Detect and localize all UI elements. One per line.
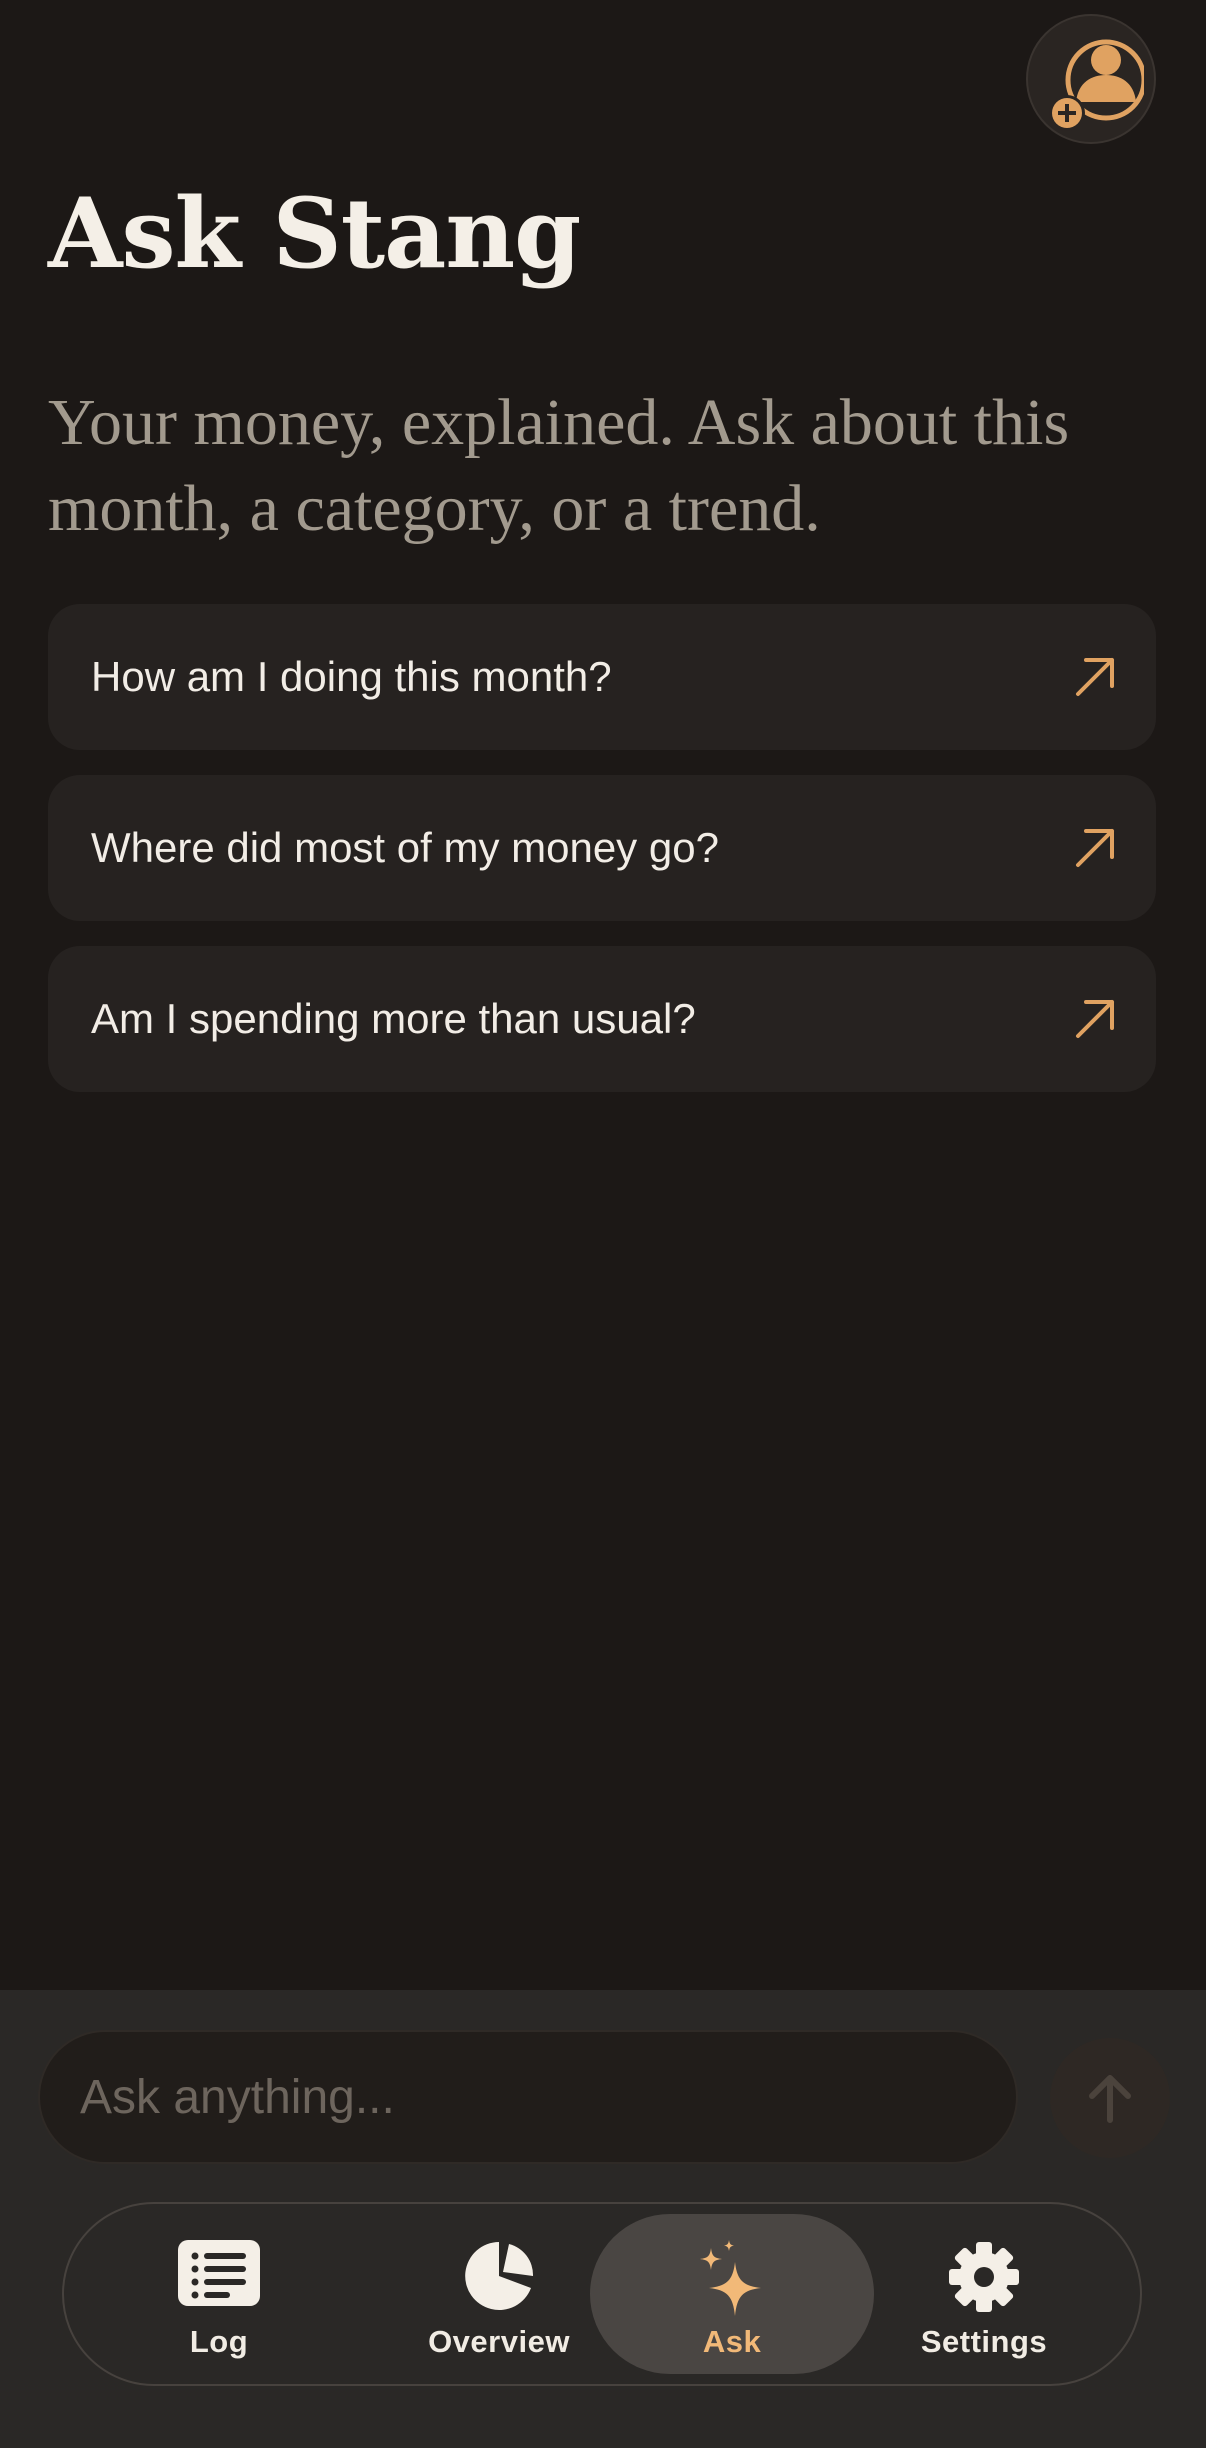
- tab-ask[interactable]: Ask: [590, 2214, 874, 2374]
- tab-settings-label: Settings: [920, 2324, 1048, 2359]
- arrow-up-right-icon: [1076, 829, 1114, 867]
- tab-overview-label: Overview: [428, 2324, 570, 2359]
- suggestion-label: Where did most of my money go?: [91, 824, 719, 871]
- arrow-up-right-icon: [1076, 1000, 1114, 1038]
- tab-log[interactable]: Log: [124, 2214, 314, 2374]
- page-subtitle: Your money, explained. Ask about this mo…: [48, 386, 1070, 545]
- arrow-up-icon: [1089, 2075, 1131, 2123]
- list-icon: [178, 2240, 260, 2306]
- add-user-icon: [1049, 39, 1144, 131]
- tab-settings[interactable]: Settings: [884, 2214, 1084, 2374]
- suggestion-label: How am I doing this month?: [91, 653, 612, 700]
- suggestion-card[interactable]: How am I doing this month?: [48, 604, 1156, 750]
- tab-ask-label: Ask: [702, 2324, 762, 2359]
- page-title: Ask Stang: [48, 177, 581, 290]
- tab-bar: Log Overview Ask Settings: [62, 2202, 1142, 2386]
- add-user-button[interactable]: [1026, 14, 1156, 144]
- tab-log-label: Log: [189, 2324, 249, 2359]
- gear-icon: [949, 2242, 1019, 2312]
- suggestion-card[interactable]: Am I spending more than usual?: [48, 946, 1156, 1092]
- tab-overview[interactable]: Overview: [384, 2214, 614, 2374]
- suggestion-label: Am I spending more than usual?: [91, 995, 696, 1042]
- arrow-up-right-icon: [1076, 658, 1114, 696]
- suggestion-card[interactable]: Where did most of my money go?: [48, 775, 1156, 921]
- ask-input[interactable]: [38, 2030, 1018, 2164]
- sparkles-icon: [700, 2240, 761, 2316]
- send-button[interactable]: [1050, 2038, 1170, 2158]
- pie-chart-icon: [465, 2242, 534, 2310]
